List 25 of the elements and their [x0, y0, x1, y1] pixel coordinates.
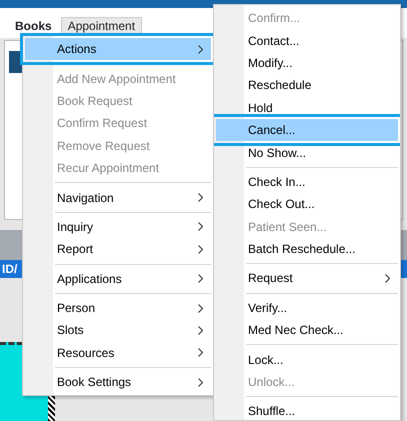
menu-item[interactable]: Check Out...	[216, 193, 398, 216]
menu-item[interactable]: Batch Reschedule...	[216, 238, 398, 260]
menu-item[interactable]: Person	[25, 296, 211, 320]
menu-item[interactable]: Lock...	[216, 348, 398, 371]
menu-item[interactable]: Check In...	[216, 170, 398, 194]
menu-item[interactable]: Contact...	[216, 29, 398, 52]
menu-item[interactable]: Book Settings	[25, 371, 211, 394]
menu-item[interactable]: Resources	[25, 342, 211, 364]
menu-item[interactable]: Modify...	[216, 52, 398, 74]
menu-item[interactable]: Applications	[25, 268, 211, 290]
menu-item[interactable]: Request	[216, 267, 398, 290]
menu-item[interactable]: Med Nec Check...	[216, 319, 398, 342]
menu-item[interactable]: Actions	[25, 38, 211, 60]
menu-item[interactable]: Inquiry	[25, 216, 211, 238]
menu-item[interactable]: Slots	[25, 319, 211, 342]
menu-item[interactable]: No Show...	[216, 141, 398, 164]
panel-header	[9, 51, 23, 73]
hatched-marker	[48, 396, 55, 421]
menu-item[interactable]: Hold	[216, 96, 398, 119]
menu-item[interactable]: Navigation	[25, 186, 211, 209]
menu-item[interactable]: Report	[25, 238, 211, 261]
menu-item[interactable]: Cancel...	[216, 118, 398, 142]
menu-item[interactable]: Verify...	[216, 296, 398, 320]
menu-item[interactable]: Reschedule	[216, 74, 398, 97]
menu-item[interactable]: Shuffle...	[216, 400, 398, 420]
